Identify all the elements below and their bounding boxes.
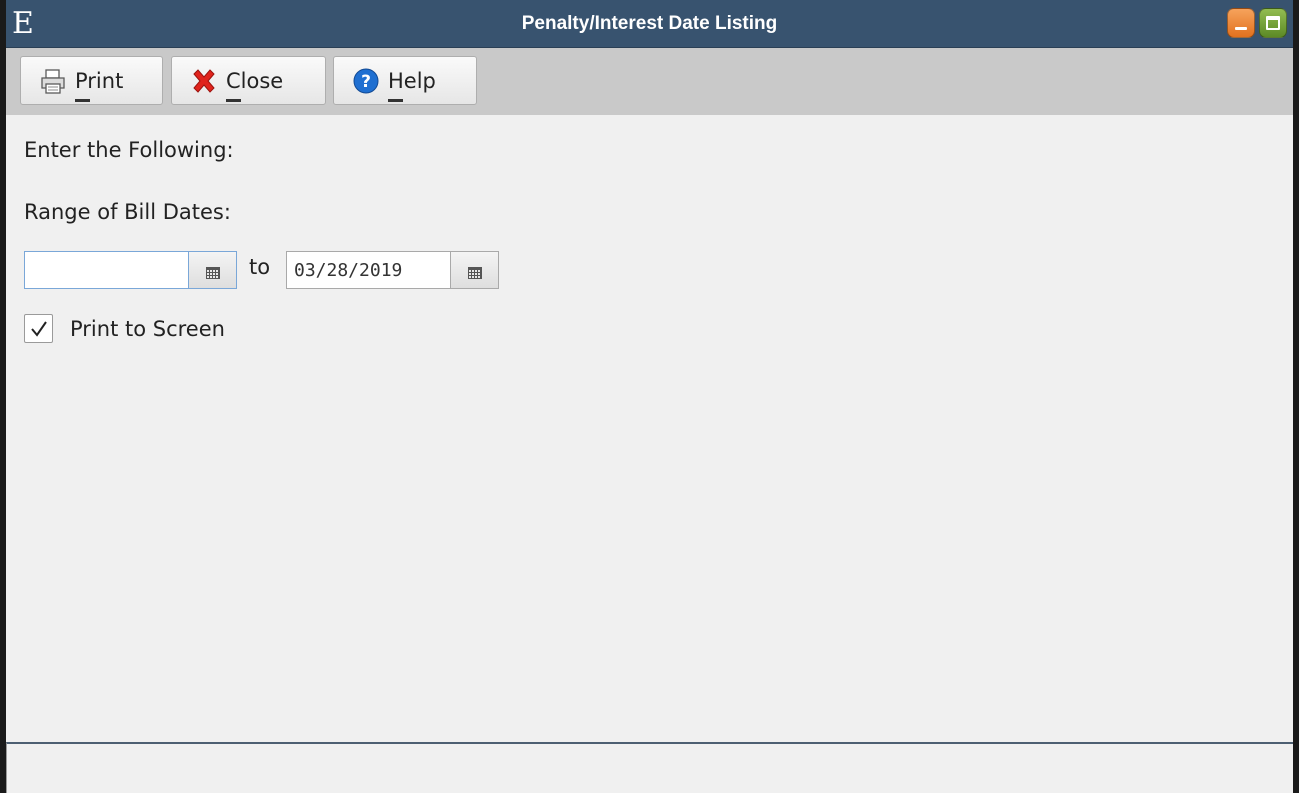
- window-title: Penalty/Interest Date Listing: [521, 13, 778, 34]
- svg-text:?: ?: [361, 72, 371, 92]
- from-date-input[interactable]: [24, 251, 189, 289]
- maximize-button[interactable]: [1259, 8, 1287, 38]
- close-button-label: Close: [226, 68, 284, 93]
- status-panel: [6, 742, 1293, 793]
- instruction-label: Enter the Following:: [24, 138, 234, 162]
- print-button[interactable]: Print: [20, 56, 163, 105]
- from-calendar-button[interactable]: [189, 251, 237, 289]
- to-calendar-button[interactable]: [451, 251, 499, 289]
- calendar-icon: [467, 264, 482, 279]
- calendar-icon: [205, 264, 220, 279]
- title-bar[interactable]: E Penalty/Interest Date Listing: [6, 0, 1293, 48]
- to-date-input[interactable]: [286, 251, 451, 289]
- to-date-picker: [286, 251, 499, 289]
- app-window: E Penalty/Interest Date Listing Print Cl…: [0, 0, 1299, 793]
- help-button[interactable]: ? Help: [333, 56, 477, 105]
- from-date-picker: [24, 251, 237, 289]
- to-label: to: [249, 255, 271, 279]
- print-to-screen-row: Print to Screen: [24, 314, 225, 343]
- close-button[interactable]: Close: [171, 56, 326, 105]
- range-label: Range of Bill Dates:: [24, 200, 231, 224]
- help-question-icon: ?: [352, 67, 380, 95]
- red-x-icon: [190, 67, 218, 95]
- print-button-label: Print: [75, 68, 124, 93]
- help-button-label: Help: [388, 68, 436, 93]
- printer-icon: [39, 67, 67, 95]
- toolbar: Print Close ? Help: [6, 48, 1293, 115]
- checkmark-icon: [30, 320, 47, 337]
- minimize-button[interactable]: [1227, 8, 1255, 38]
- print-to-screen-checkbox[interactable]: [24, 314, 53, 343]
- print-to-screen-label: Print to Screen: [70, 316, 225, 341]
